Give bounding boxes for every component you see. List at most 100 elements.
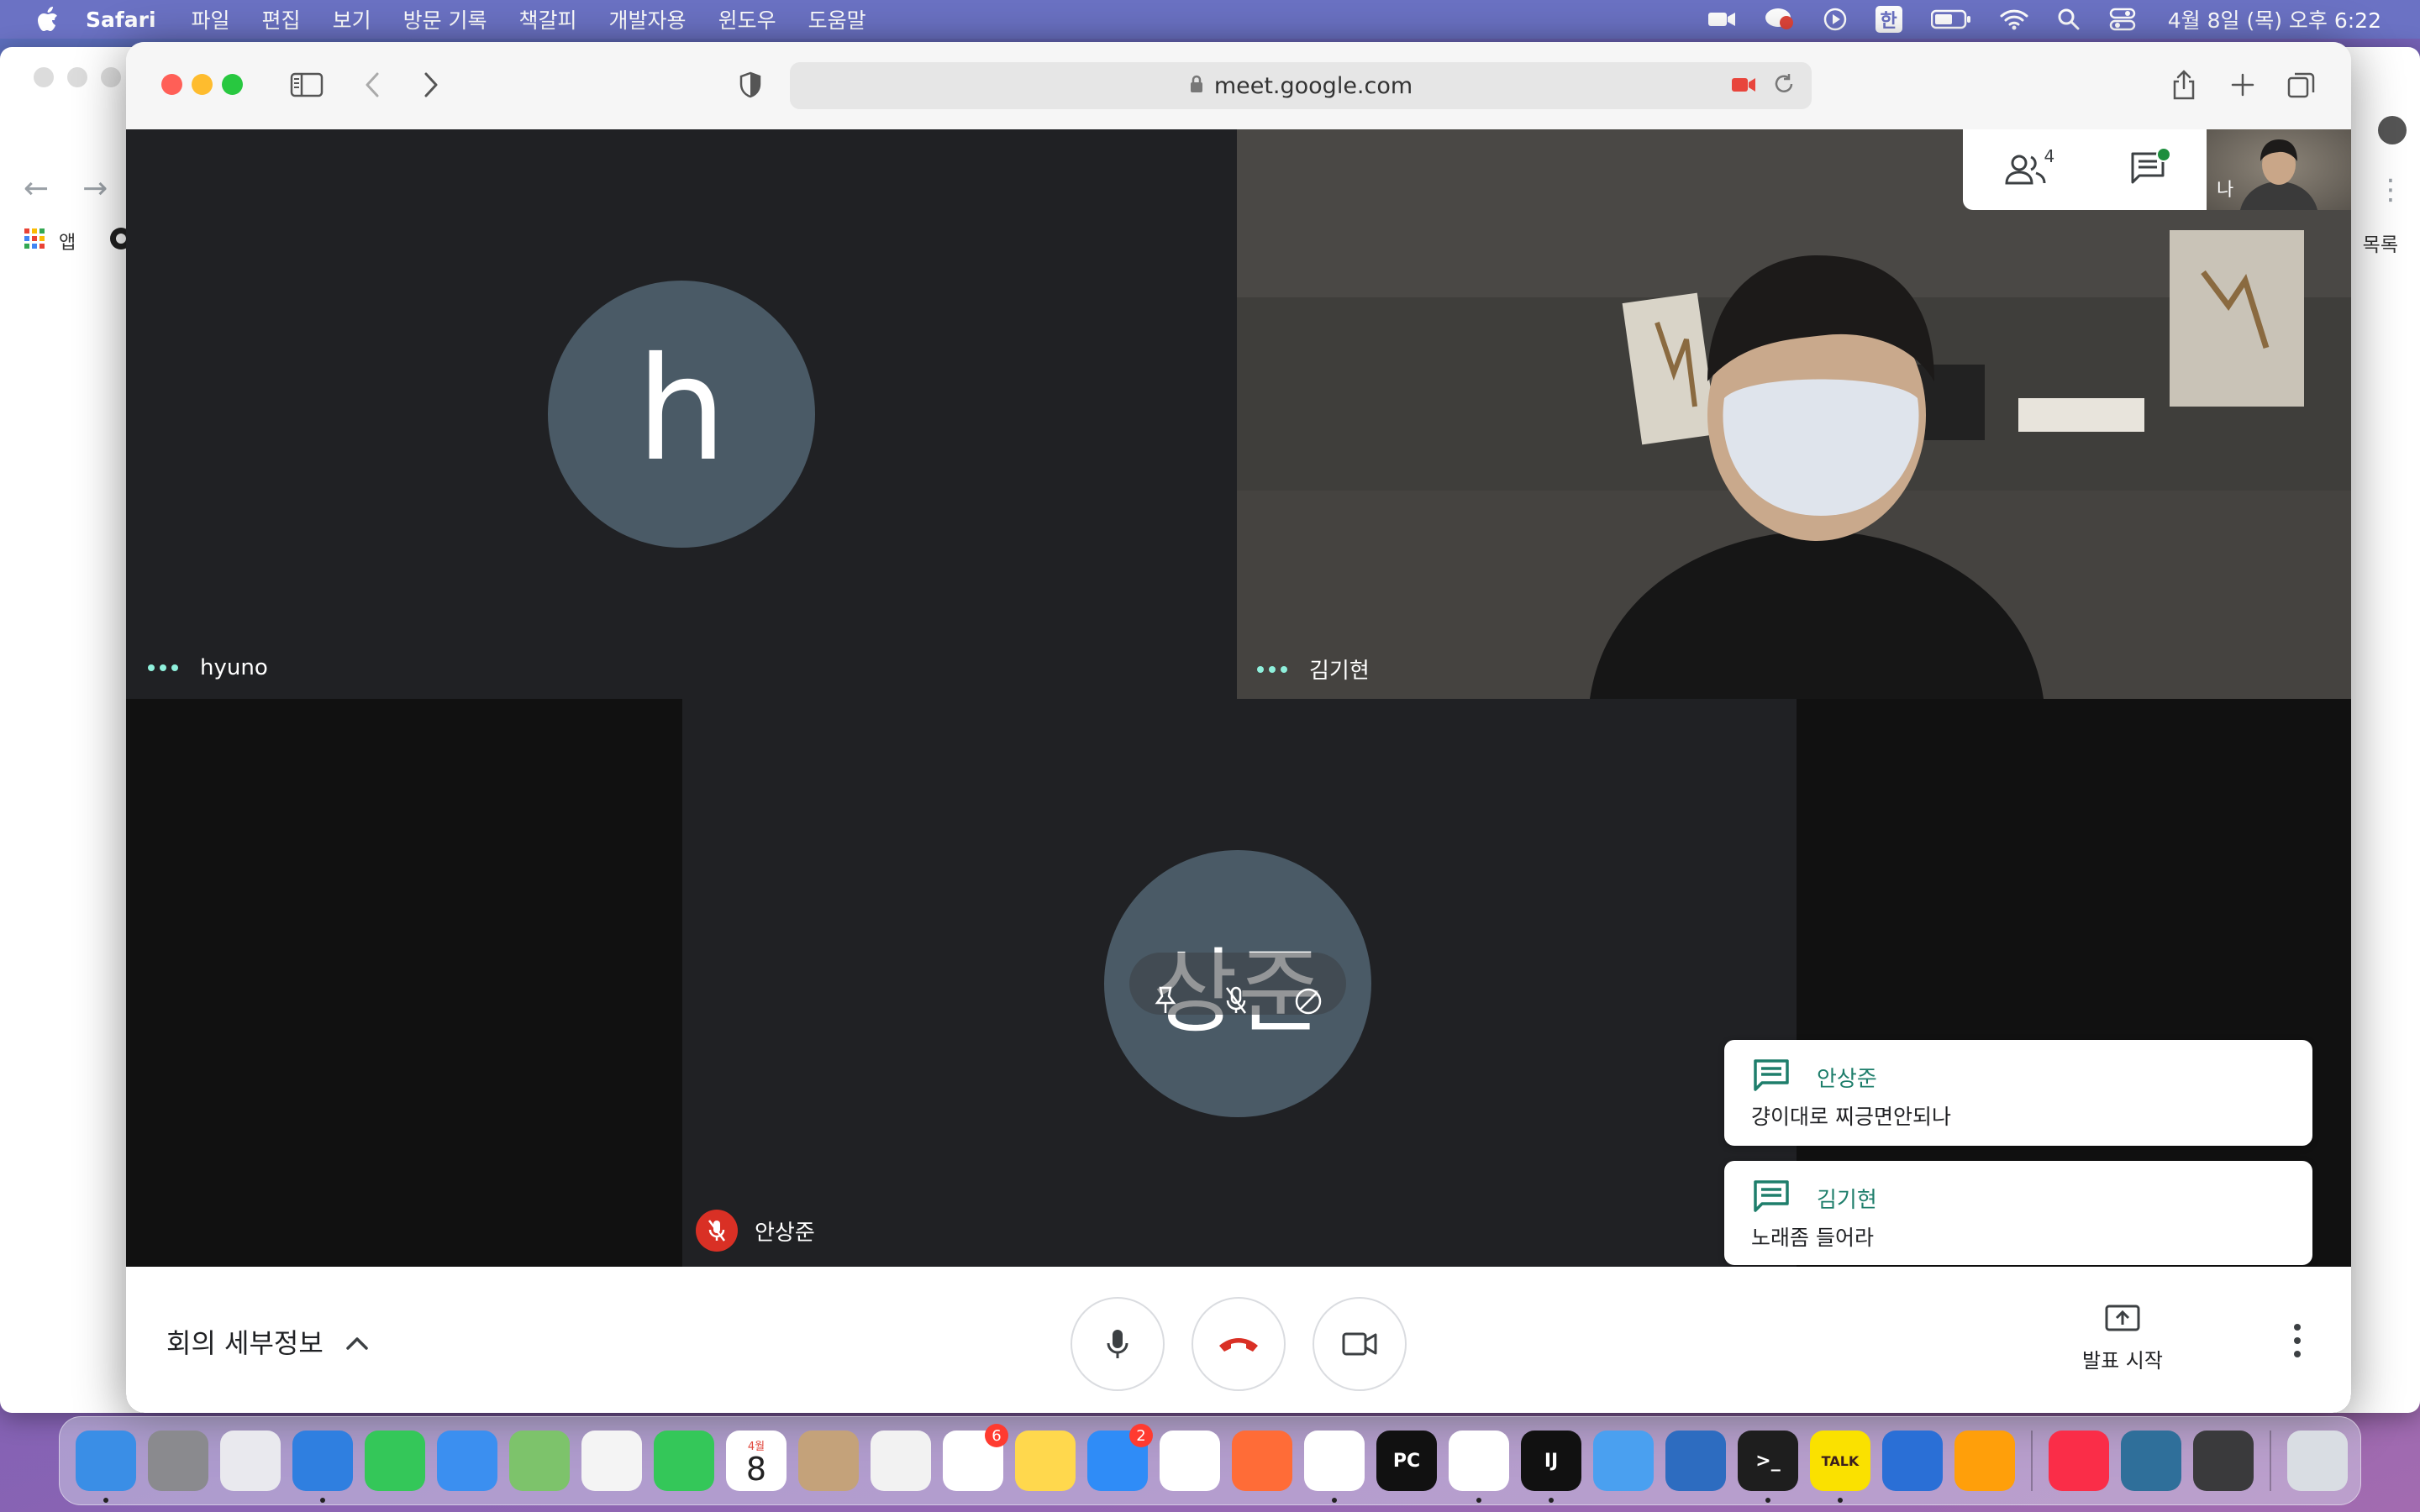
dock-photos-icon[interactable] bbox=[581, 1431, 642, 1491]
dock-calendar-icon[interactable]: 4월 8 bbox=[726, 1431, 786, 1491]
minimize-window-button[interactable] bbox=[192, 74, 213, 95]
menu-window[interactable]: 윈도우 bbox=[718, 4, 776, 34]
mute-participant-icon[interactable] bbox=[1224, 930, 1248, 1037]
camera-status-icon[interactable] bbox=[1707, 10, 1736, 29]
dock-trash-icon[interactable] bbox=[2287, 1431, 2348, 1491]
new-tab-icon[interactable] bbox=[2222, 64, 2264, 106]
dock-icon-glyph: IJ bbox=[1544, 1450, 1559, 1472]
chat-button[interactable] bbox=[2129, 147, 2171, 189]
sidebar-toggle-icon[interactable] bbox=[286, 64, 328, 106]
dock-kakaotalk-icon[interactable]: TALK bbox=[1810, 1431, 1870, 1503]
dock-pages-icon[interactable] bbox=[1954, 1431, 2015, 1491]
control-center-icon[interactable] bbox=[2109, 8, 2136, 31]
wifi-icon[interactable] bbox=[2000, 8, 2028, 30]
dock-system-preferences-icon[interactable] bbox=[148, 1431, 208, 1491]
participant-tile-ansangjun[interactable]: 상준 안상준 bbox=[682, 699, 1797, 1267]
apps-grid-icon[interactable] bbox=[24, 228, 45, 255]
running-indicator bbox=[1549, 1498, 1554, 1503]
chat-notification[interactable]: 김기현 노래좀 들어라 bbox=[1724, 1161, 2312, 1265]
dock-camo-icon[interactable] bbox=[1160, 1431, 1220, 1491]
url-text: meet.google.com bbox=[1213, 72, 1413, 99]
menu-bookmarks[interactable]: 책갈피 bbox=[519, 4, 577, 34]
background-back-icon[interactable]: ← bbox=[24, 171, 49, 206]
reading-list-label[interactable]: 목록 bbox=[2363, 228, 2398, 257]
present-now-button[interactable]: 발표 시작 bbox=[2082, 1304, 2163, 1373]
dock-badge: 2 bbox=[1129, 1424, 1153, 1447]
privacy-shield-icon[interactable] bbox=[729, 64, 771, 106]
menu-edit[interactable]: 편집 bbox=[262, 4, 301, 34]
menu-history[interactable]: 방문 기록 bbox=[403, 4, 487, 34]
remove-participant-icon[interactable] bbox=[1294, 930, 1323, 1037]
background-forward-icon[interactable]: → bbox=[82, 171, 108, 206]
participant-avatar: 상준 bbox=[1104, 850, 1371, 1117]
apple-menu-icon[interactable] bbox=[35, 6, 60, 33]
dock-maps-icon[interactable] bbox=[509, 1431, 570, 1491]
dock-notes-icon[interactable] bbox=[1015, 1431, 1076, 1491]
end-call-button[interactable] bbox=[1192, 1297, 1286, 1391]
dock-icon-glyph: PC bbox=[1392, 1450, 1421, 1472]
participants-button[interactable]: 4 bbox=[2004, 146, 2054, 186]
dock-finder-icon[interactable] bbox=[76, 1431, 136, 1503]
close-window-button[interactable] bbox=[161, 74, 182, 95]
participant-tile-hyuno[interactable]: h hyuno bbox=[126, 129, 1237, 699]
dock-mirror-icon[interactable] bbox=[2121, 1431, 2181, 1491]
dock-safari-icon[interactable] bbox=[292, 1431, 353, 1503]
dock-reminders-icon[interactable]: 6 bbox=[943, 1424, 1008, 1491]
tab-overview-icon[interactable] bbox=[2281, 64, 2323, 106]
chat-sender: 김기현 bbox=[1817, 1188, 1877, 1213]
dock-facetime-icon[interactable] bbox=[654, 1431, 714, 1491]
more-options-icon[interactable] bbox=[2294, 1324, 2301, 1357]
dock-quicktime-icon[interactable] bbox=[2193, 1431, 2254, 1491]
meeting-details-label: 회의 세부정보 bbox=[166, 1327, 324, 1359]
dock-contacts-icon[interactable] bbox=[798, 1431, 859, 1491]
spotlight-search-icon[interactable] bbox=[2057, 8, 2081, 31]
self-view-tile[interactable]: 나 bbox=[2207, 129, 2351, 210]
forward-icon[interactable] bbox=[410, 64, 452, 106]
dock-chrome-icon[interactable] bbox=[1304, 1431, 1365, 1503]
menubar-clock[interactable]: 4월 8일 (목) 오후 6:22 bbox=[2168, 4, 2381, 34]
background-dropdown-icon[interactable] bbox=[2378, 116, 2407, 144]
back-icon[interactable] bbox=[351, 64, 393, 106]
dock-separator bbox=[2031, 1431, 2033, 1491]
dock-postman-icon[interactable] bbox=[1232, 1431, 1292, 1491]
address-bar[interactable]: meet.google.com bbox=[790, 62, 1812, 109]
dock-pycharm-icon[interactable]: PC bbox=[1376, 1431, 1437, 1491]
dock-intellij-idea-icon[interactable]: IJ bbox=[1521, 1431, 1581, 1503]
microphone-button[interactable] bbox=[1071, 1297, 1165, 1391]
play-status-icon[interactable] bbox=[1823, 8, 1847, 31]
dock-mail-icon[interactable] bbox=[437, 1431, 497, 1491]
dock: 4월 8 6 2 PC IJ >_ TALK bbox=[59, 1416, 2361, 1505]
dock-music-icon[interactable] bbox=[2049, 1431, 2109, 1491]
bookmark-apps-label[interactable]: 앱 bbox=[59, 228, 76, 255]
chat-notification[interactable]: 안상준 걍이대로 찌긍면안되나 bbox=[1724, 1040, 2312, 1146]
menu-develop[interactable]: 개발자용 bbox=[609, 4, 687, 34]
menu-app-name[interactable]: Safari bbox=[86, 8, 156, 32]
dock-separator bbox=[2270, 1431, 2271, 1491]
dock-vs-code-icon[interactable] bbox=[1449, 1431, 1509, 1503]
dock-tiles-icon[interactable] bbox=[1665, 1431, 1726, 1491]
kakaotalk-status-icon[interactable] bbox=[1765, 7, 1795, 32]
background-more-icon[interactable]: ⋮ bbox=[2376, 173, 2405, 207]
dock-textedit-icon[interactable] bbox=[871, 1431, 931, 1491]
dock-xcode-icon[interactable] bbox=[1593, 1431, 1654, 1491]
participant-tile-video[interactable]: 김기현 bbox=[1237, 129, 2351, 699]
menu-file[interactable]: 파일 bbox=[192, 4, 230, 34]
reload-icon[interactable] bbox=[1773, 72, 1795, 102]
input-source-icon[interactable]: 한 bbox=[1875, 6, 1902, 33]
menu-view[interactable]: 보기 bbox=[333, 4, 371, 34]
dock-keynote-icon[interactable] bbox=[1882, 1431, 1943, 1491]
present-label: 발표 시작 bbox=[2082, 1349, 2163, 1373]
zoom-window-button[interactable] bbox=[222, 74, 243, 95]
meeting-details-button[interactable]: 회의 세부정보 bbox=[166, 1322, 369, 1361]
share-icon[interactable] bbox=[2163, 64, 2205, 106]
dock-launchpad-icon[interactable] bbox=[220, 1431, 281, 1491]
participant-name: 김기현 bbox=[1309, 659, 1370, 684]
dock-app-store-icon[interactable]: 2 bbox=[1087, 1424, 1153, 1491]
camera-button[interactable] bbox=[1313, 1297, 1407, 1391]
menu-help[interactable]: 도움말 bbox=[808, 4, 866, 34]
pin-icon[interactable] bbox=[1153, 930, 1178, 1037]
dock-messages-icon[interactable] bbox=[365, 1431, 425, 1491]
camera-recording-icon[interactable] bbox=[1731, 74, 1756, 100]
dock-terminal-icon[interactable]: >_ bbox=[1738, 1431, 1798, 1503]
battery-icon[interactable] bbox=[1930, 9, 1971, 29]
